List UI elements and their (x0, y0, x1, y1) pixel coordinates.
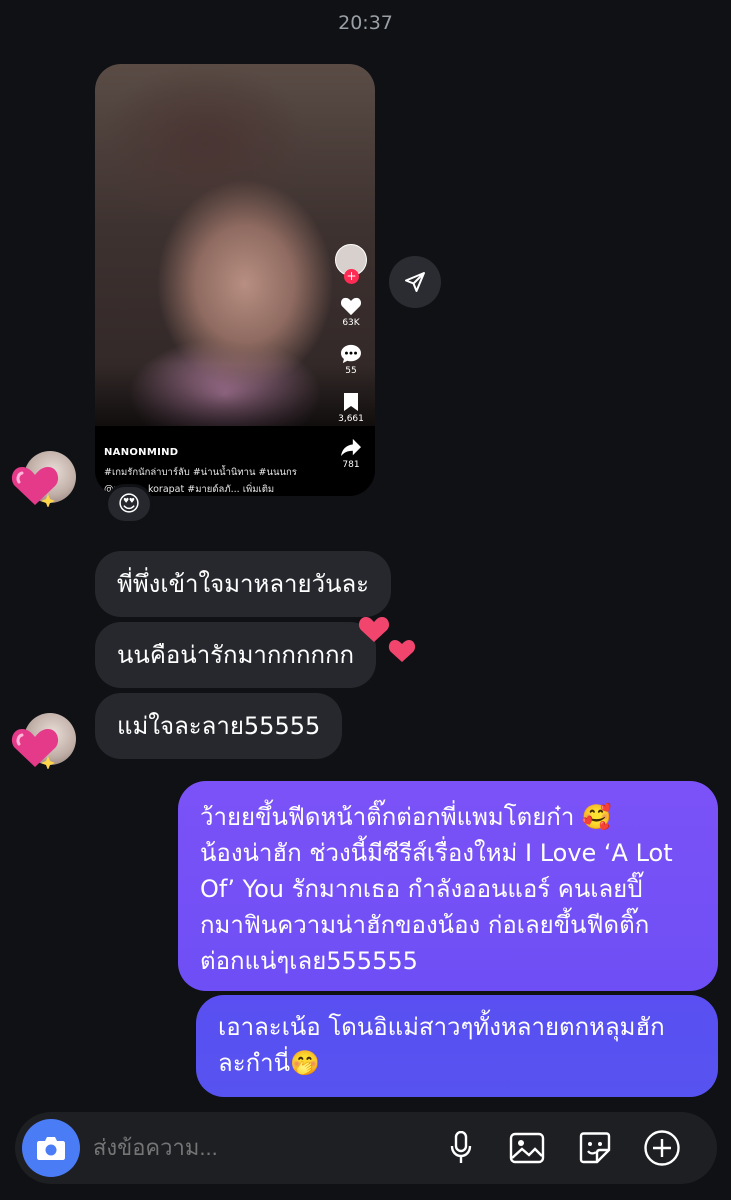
bookmark-icon (344, 393, 358, 411)
comments-counter[interactable]: 55 (331, 344, 371, 376)
saves-count: 3,661 (338, 414, 364, 424)
incoming-message[interactable]: พี่พึ่งเข้าใจมาหลายวันละ (95, 551, 392, 617)
microphone-button[interactable] (441, 1128, 481, 1168)
incoming-message[interactable]: นนคือน่ารักมากกกกกก (95, 622, 377, 688)
plus-circle-icon (644, 1130, 680, 1166)
share-button[interactable] (389, 256, 441, 308)
sticker-icon (579, 1132, 611, 1164)
heart-icon (340, 297, 362, 316)
outgoing-message[interactable]: ว้ายยขึ้นฟีดหน้าติ๊กต่อกพี่แพมโตยก๋า 🥰 น… (178, 781, 718, 991)
camera-button[interactable] (22, 1119, 80, 1177)
add-button[interactable] (642, 1128, 682, 1168)
incoming-message[interactable]: แม่ใจละลาย55555 (95, 693, 343, 759)
sticker-button[interactable] (575, 1128, 615, 1168)
share-arrow-icon (341, 438, 361, 457)
message-timestamp: 20:37 (338, 12, 393, 34)
camera-icon (37, 1137, 65, 1160)
reaction-chip[interactable]: 😍 (105, 484, 153, 524)
shares-count: 781 (342, 460, 360, 470)
gallery-button[interactable] (507, 1128, 547, 1168)
send-icon (405, 272, 425, 292)
saves-counter[interactable]: 3,661 (331, 392, 371, 424)
gallery-icon (509, 1132, 545, 1164)
likes-count: 63K (342, 318, 360, 328)
message-input[interactable] (93, 1112, 423, 1184)
likes-counter[interactable]: 63K (331, 296, 371, 328)
follow-plus-icon[interactable]: + (344, 269, 359, 284)
shared-video-card[interactable]: + 63K 55 3,661 781 NANONMIND #เกมรักนักล… (95, 64, 375, 496)
heart-sticker-icon (11, 467, 59, 507)
message-composer (15, 1112, 717, 1184)
outgoing-message[interactable]: เอาละเน้อ โดนอิแม่สาวๆทั้งหลายตกหลุมฮัก … (196, 995, 718, 1097)
microphone-icon (450, 1131, 472, 1163)
comments-count: 55 (345, 366, 357, 376)
comment-icon (341, 344, 361, 364)
reaction-emoji: 😍 (117, 491, 141, 517)
sender-avatar[interactable] (11, 713, 76, 769)
shares-counter[interactable]: 781 (331, 438, 371, 470)
sender-avatar[interactable] (11, 451, 76, 507)
heart-sticker-icon (11, 729, 59, 769)
creator-name: NANONMIND (104, 447, 179, 458)
hearts-reaction-icon (358, 617, 416, 662)
